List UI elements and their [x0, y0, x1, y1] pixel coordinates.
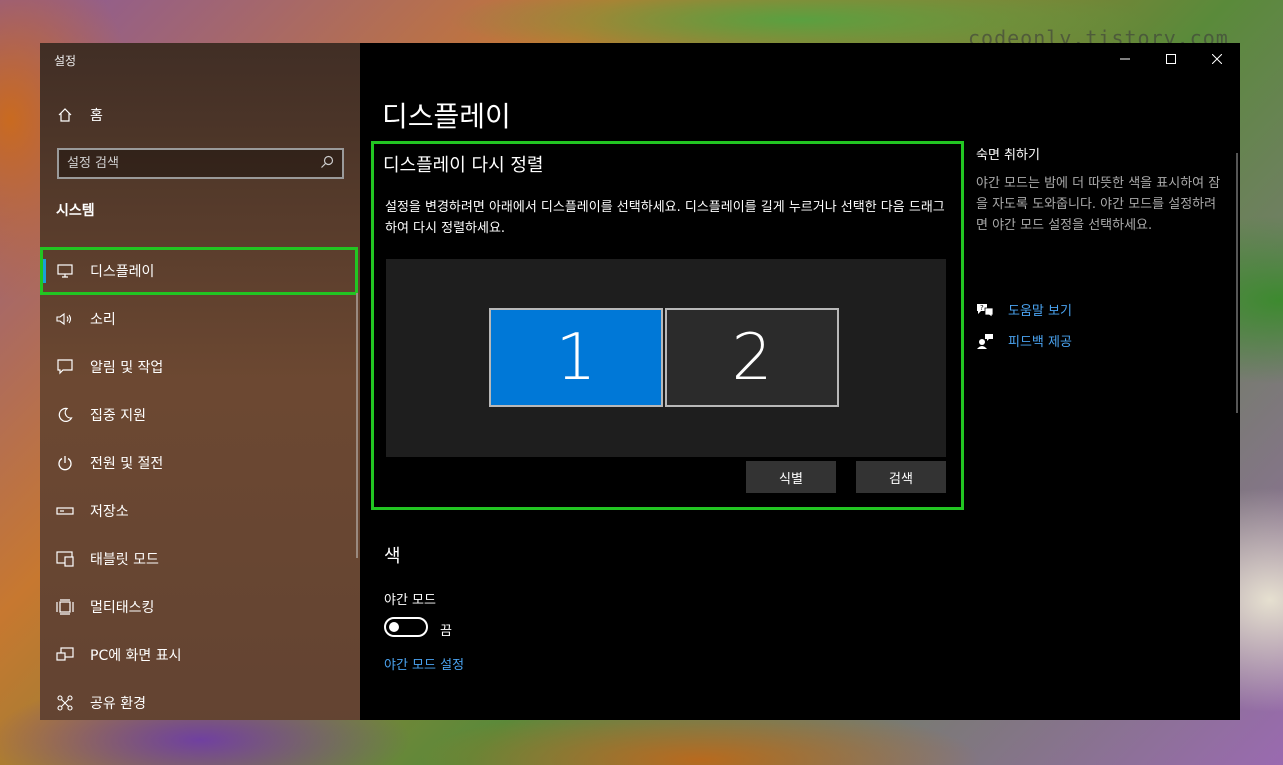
get-help-label: 도움말 보기 [1008, 304, 1072, 319]
sidebar-item-label: 소리 [90, 312, 116, 328]
night-light-label: 야간 모드 [384, 593, 436, 608]
notification-icon [56, 358, 74, 376]
tablet-icon [56, 550, 74, 568]
sidebar-item-tablet-mode[interactable]: 태블릿 모드 [40, 535, 360, 583]
give-feedback-label: 피드백 제공 [1008, 335, 1072, 350]
night-light-toggle-state: 끔 [440, 624, 452, 639]
monitor-layout-area[interactable]: 1 2 [386, 259, 946, 457]
identify-button[interactable]: 식별 [746, 461, 836, 493]
nav-home-label: 홈 [90, 108, 103, 124]
sidebar-item-label: 태블릿 모드 [90, 552, 159, 568]
sidebar-item-notifications[interactable]: 알림 및 작업 [40, 343, 360, 391]
color-heading: 색 [384, 546, 401, 567]
detect-button[interactable]: 검색 [856, 461, 946, 493]
side-title: 숙면 취하기 [976, 148, 1040, 163]
sidebar-item-storage[interactable]: 저장소 [40, 487, 360, 535]
multitask-icon [56, 598, 74, 616]
share-icon [56, 694, 74, 712]
night-light-settings-link[interactable]: 야간 모드 설정 [384, 654, 464, 673]
moon-icon [56, 406, 74, 424]
maximize-icon [1166, 54, 1176, 64]
sidebar-item-label: 집중 지원 [90, 408, 146, 424]
page-title: 디스플레이 [382, 100, 511, 133]
night-light-toggle[interactable] [384, 617, 428, 637]
window-controls [1102, 43, 1240, 75]
app-title: 설정 [54, 54, 77, 68]
sidebar-item-project-to-pc[interactable]: PC에 화면 표시 [40, 631, 360, 679]
nav-list: 디스플레이 소리 알림 및 작업 집중 지원 전원 및 절전 저장소 태블릿 모… [40, 247, 360, 720]
settings-window: 설정 홈 시스템 디스플레이 [40, 43, 1240, 720]
nav-scrollbar[interactable] [356, 293, 358, 558]
main-scrollbar[interactable] [1236, 153, 1238, 413]
close-button[interactable] [1194, 43, 1240, 75]
feedback-icon [976, 333, 994, 349]
sidebar-item-label: 전원 및 절전 [90, 456, 164, 472]
help-icon: ? [976, 302, 994, 318]
svg-text:?: ? [980, 304, 984, 312]
sidebar-item-label: 공유 환경 [90, 696, 146, 712]
give-feedback-link[interactable]: 피드백 제공 [976, 331, 1072, 350]
home-icon [56, 106, 74, 124]
get-help-link[interactable]: ? 도움말 보기 [976, 300, 1072, 319]
settings-search[interactable] [57, 148, 344, 179]
rearrange-description: 설정을 변경하려면 아래에서 디스플레이를 선택하세요. 디스플레이를 길게 누… [385, 200, 945, 236]
sidebar-item-focus-assist[interactable]: 집중 지원 [40, 391, 360, 439]
related-info-panel: 숙면 취하기 야간 모드는 밤에 더 따뜻한 색을 표시하여 잠을 자도록 도와… [976, 144, 1226, 350]
main-content: 디스플레이 디스플레이 다시 정렬 설정을 변경하려면 아래에서 디스플레이를 … [360, 43, 1240, 720]
sidebar-item-label: 알림 및 작업 [90, 360, 164, 376]
close-icon [1212, 54, 1222, 64]
minimize-icon [1120, 58, 1130, 60]
sidebar-item-display[interactable]: 디스플레이 [40, 247, 358, 295]
maximize-button[interactable] [1148, 43, 1194, 75]
power-icon [56, 454, 74, 472]
sidebar-item-power[interactable]: 전원 및 절전 [40, 439, 360, 487]
nav-home[interactable]: 홈 [56, 105, 103, 125]
monitor-1[interactable]: 1 [489, 308, 663, 407]
search-icon[interactable] [320, 154, 334, 173]
sidebar-item-multitasking[interactable]: 멀티태스킹 [40, 583, 360, 631]
minimize-button[interactable] [1102, 43, 1148, 75]
sidebar-item-label: PC에 화면 표시 [90, 648, 182, 664]
monitor-icon [56, 262, 74, 280]
monitor-2[interactable]: 2 [665, 308, 839, 407]
sidebar-item-shared-experiences[interactable]: 공유 환경 [40, 679, 360, 720]
nav-section-label: 시스템 [56, 203, 95, 219]
nav-pane: 설정 홈 시스템 디스플레이 [40, 43, 360, 720]
sidebar-item-sound[interactable]: 소리 [40, 295, 360, 343]
storage-icon [56, 502, 74, 520]
rearrange-title: 디스플레이 다시 정렬 [383, 155, 544, 176]
speaker-icon [56, 310, 74, 328]
project-icon [56, 646, 74, 664]
search-input[interactable] [67, 156, 297, 171]
sidebar-item-label: 멀티태스킹 [90, 600, 155, 616]
side-description: 야간 모드는 밤에 더 따뜻한 색을 표시하여 잠을 자도록 도와줍니다. 야간… [976, 176, 1221, 233]
rearrange-displays-section: 디스플레이 다시 정렬 설정을 변경하려면 아래에서 디스플레이를 선택하세요.… [371, 141, 964, 510]
sidebar-item-label: 저장소 [90, 504, 129, 520]
sidebar-item-label: 디스플레이 [90, 264, 155, 280]
